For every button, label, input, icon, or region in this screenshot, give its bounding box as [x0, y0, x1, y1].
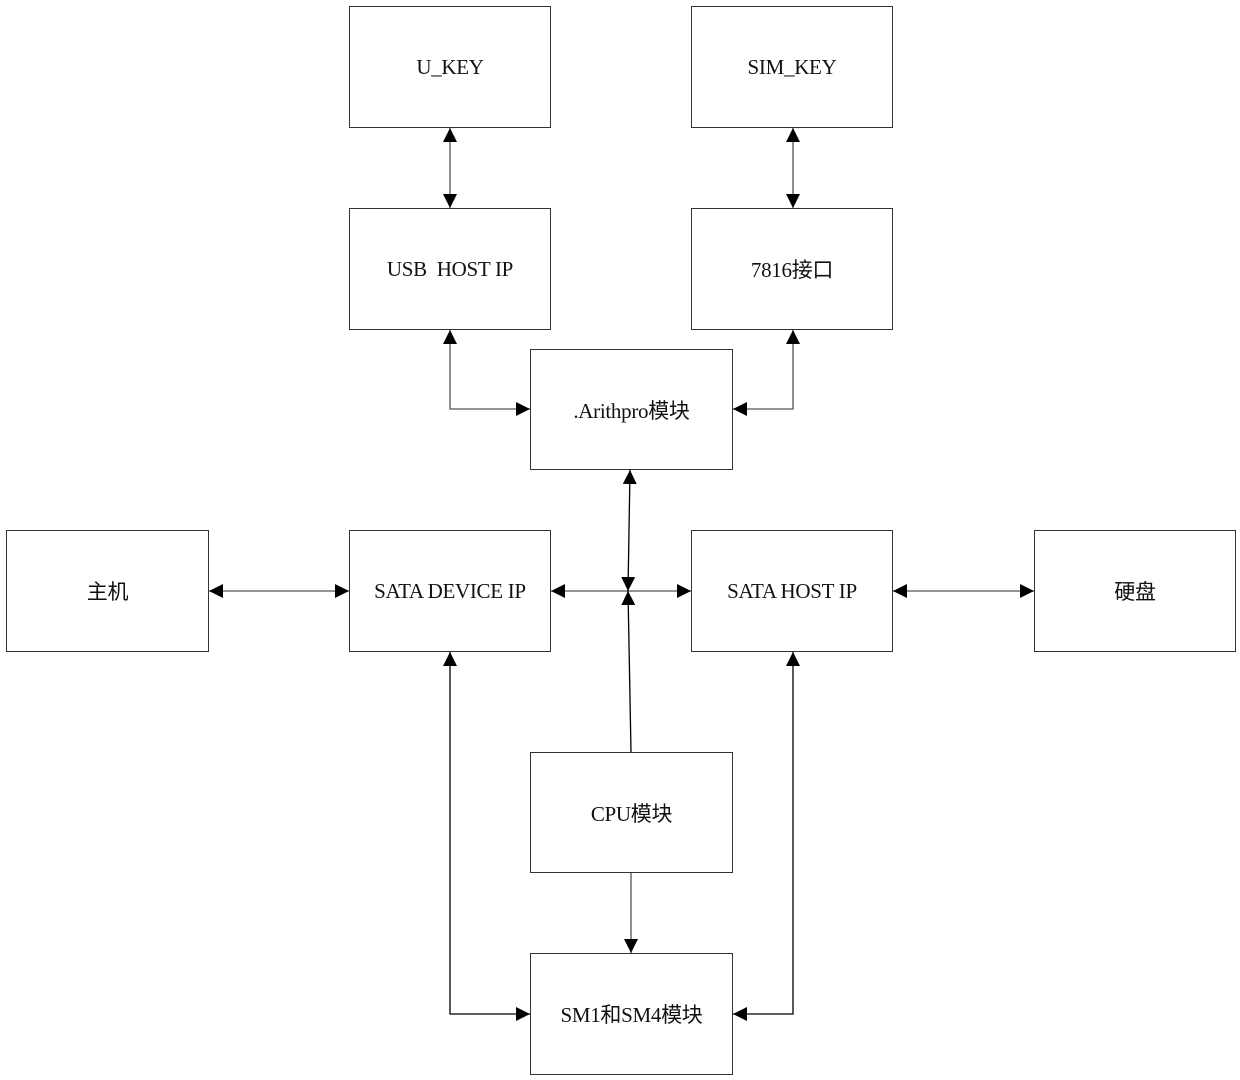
- node-label: 硬盘: [1114, 580, 1156, 604]
- node-label: .Arithpro模块: [573, 398, 690, 423]
- node-label: SIM_KEY: [747, 54, 837, 79]
- node-host: 主机: [6, 530, 209, 652]
- node-sata-host-ip: SATA HOST IP: [691, 530, 893, 652]
- edge-arithpro-bus: [621, 469, 637, 592]
- edge-usbhost-arithpro: [443, 330, 530, 416]
- node-u-key: U_KEY: [349, 6, 551, 128]
- node-cpu-module: CPU模块: [530, 752, 733, 873]
- node-label: SATA DEVICE IP: [374, 578, 526, 603]
- node-arithpro-module: .Arithpro模块: [530, 349, 733, 470]
- node-label: USB HOST IP: [386, 256, 514, 281]
- node-label: U_KEY: [416, 54, 484, 79]
- node-sm1-sm4-module: SM1和SM4模块: [530, 953, 733, 1075]
- block-diagram: U_KEY SIM_KEY USB HOST IP 7816接口 .Arithp…: [0, 0, 1240, 1080]
- node-label: SATA HOST IP: [727, 578, 857, 603]
- edge-cpu-bus: [621, 590, 636, 753]
- node-label: 7816接口: [750, 258, 834, 282]
- node-usb-host-ip: USB HOST IP: [349, 208, 551, 330]
- node-7816-interface: 7816接口: [691, 208, 893, 330]
- edge-7816-arithpro: [733, 330, 800, 416]
- edge-satahost-sm: [733, 652, 800, 1021]
- edge-satadevice-sm: [443, 652, 530, 1021]
- node-label: SM1和SM4模块: [560, 1003, 703, 1027]
- node-label: CPU模块: [590, 801, 673, 826]
- node-label: 主机: [86, 580, 129, 604]
- node-sim-key: SIM_KEY: [691, 6, 893, 128]
- node-sata-device-ip: SATA DEVICE IP: [349, 530, 551, 652]
- node-hard-disk: 硬盘: [1034, 530, 1236, 652]
